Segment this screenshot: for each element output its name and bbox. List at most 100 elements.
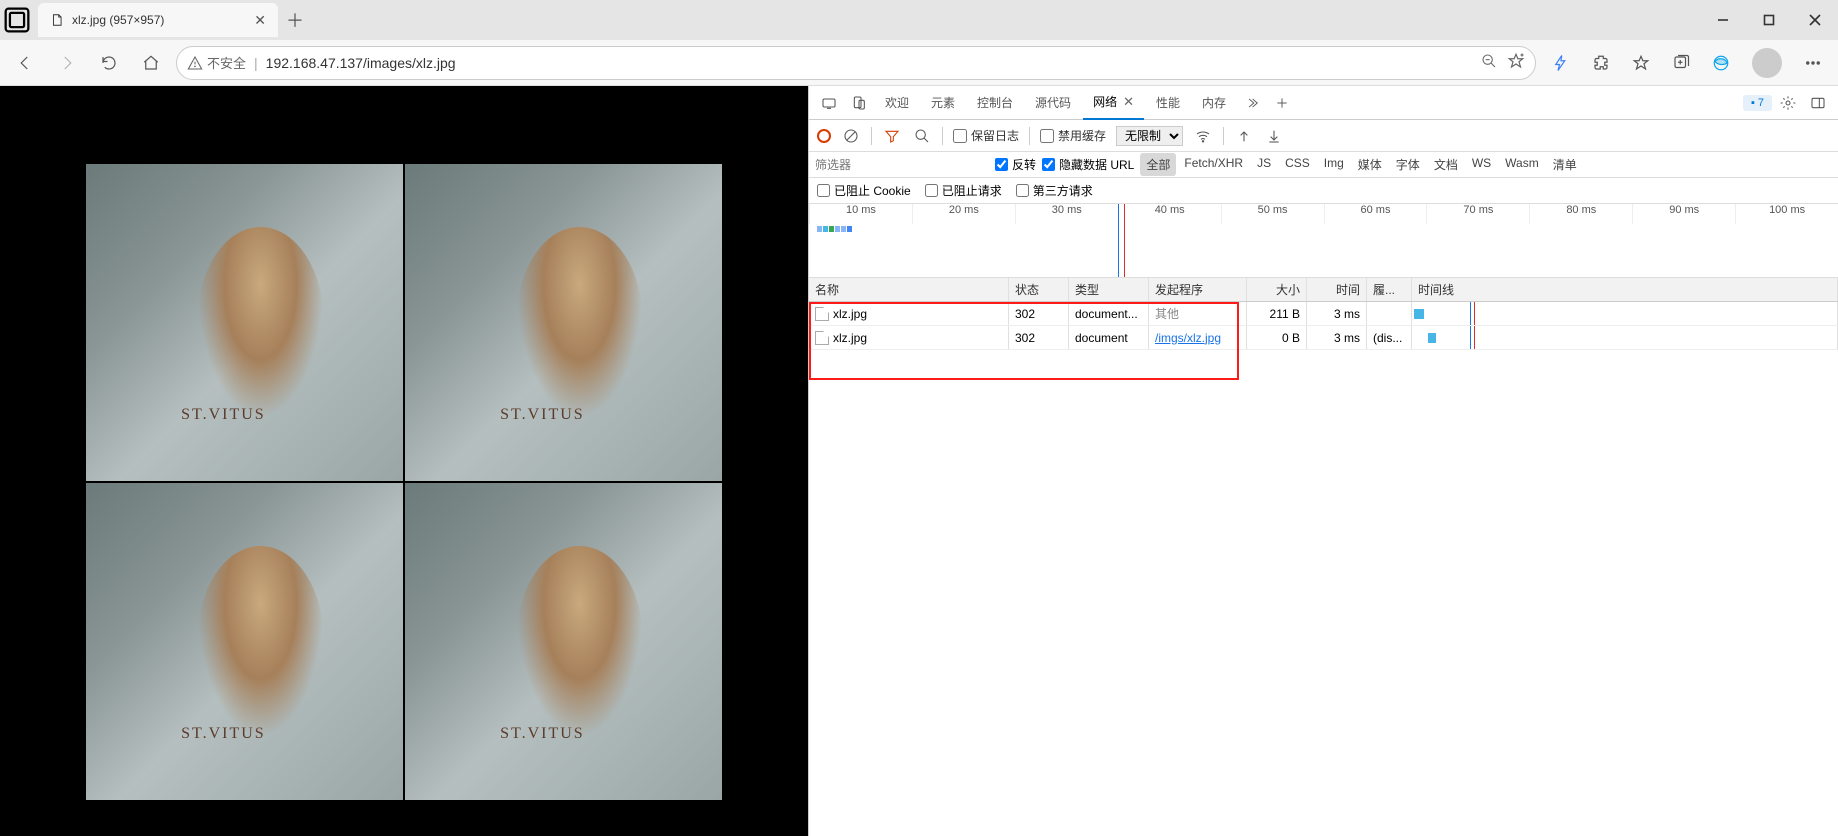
network-conditions-icon[interactable] [1193,126,1213,146]
ext-thunder-icon[interactable] [1544,46,1578,80]
maximize-button[interactable] [1746,0,1792,40]
type-filter-JS[interactable]: JS [1251,153,1277,176]
close-icon[interactable]: ✕ [254,12,266,29]
image-viewer[interactable] [86,164,722,800]
ie-mode-icon[interactable] [1704,46,1738,80]
filter-icon[interactable] [882,126,902,146]
more-tabs-icon[interactable] [1238,89,1266,117]
type-filter-清单[interactable]: 清单 [1547,153,1583,176]
issues-badge[interactable]: ▪7 [1743,95,1772,111]
favorite-icon[interactable] [1507,52,1525,73]
header-type[interactable]: 类型 [1069,278,1149,301]
close-icon[interactable]: ✕ [1123,94,1134,110]
favorites-icon[interactable] [1624,46,1658,80]
type-filter-字体[interactable]: 字体 [1390,153,1426,176]
header-initiator[interactable]: 发起程序 [1149,278,1247,301]
row-time: 3 ms [1307,326,1367,349]
row-status: 302 [1009,302,1069,325]
add-tab-icon[interactable] [1268,89,1296,117]
image-quadrant [405,483,722,800]
refresh-button[interactable] [92,46,126,80]
row-time: 3 ms [1307,302,1367,325]
type-filter-媒体[interactable]: 媒体 [1352,153,1388,176]
settings-icon[interactable] [1774,89,1802,117]
dock-icon[interactable] [1804,89,1832,117]
home-button[interactable] [134,46,168,80]
profile-avatar[interactable] [1752,48,1782,78]
header-size[interactable]: 大小 [1247,278,1307,301]
back-button[interactable] [8,46,42,80]
blocked-cookies-checkbox[interactable]: 已阻止 Cookie [817,182,911,199]
collections-icon[interactable] [1664,46,1698,80]
timeline-ruler[interactable]: 10 ms20 ms30 ms40 ms50 ms60 ms70 ms80 ms… [809,204,1838,278]
tab-welcome[interactable]: 欢迎 [875,86,919,120]
ruler-tick: 20 ms [912,204,1015,224]
ruler-tick: 40 ms [1118,204,1221,224]
preserve-log-checkbox[interactable]: 保留日志 [953,127,1019,144]
ruler-tick: 90 ms [1632,204,1735,224]
forward-button [50,46,84,80]
header-name[interactable]: 名称 [809,278,1009,301]
page-content [0,86,808,836]
minimize-button[interactable] [1700,0,1746,40]
tab-sources[interactable]: 源代码 [1025,86,1081,120]
tab-network[interactable]: 网络✕ [1083,86,1144,120]
inspect-icon[interactable] [815,89,843,117]
tab-preview-icon[interactable] [0,0,34,40]
type-filter-Wasm[interactable]: Wasm [1499,153,1545,176]
ruler-tick: 70 ms [1426,204,1529,224]
address-bar[interactable]: 不安全 | 192.168.47.137/images/xlz.jpg [176,46,1536,80]
row-fulfil: (dis... [1367,326,1412,349]
record-button[interactable] [817,129,831,143]
browser-tab[interactable]: xlz.jpg (957×957) ✕ [38,3,278,37]
insecure-label: 不安全 [207,53,246,72]
hide-data-checkbox[interactable]: 隐藏数据 URL [1042,156,1134,173]
new-tab-button[interactable]: ＋ [278,3,312,37]
row-name: xlz.jpg [833,331,867,345]
type-filter-文档[interactable]: 文档 [1428,153,1464,176]
tab-performance[interactable]: 性能 [1146,86,1190,120]
thirdparty-checkbox[interactable]: 第三方请求 [1016,182,1093,199]
filter-input[interactable] [809,153,989,177]
disable-cache-checkbox[interactable]: 禁用缓存 [1040,127,1106,144]
row-initiator[interactable]: /imgs/xlz.jpg [1149,326,1247,349]
insecure-icon: 不安全 [187,53,246,72]
blocked-requests-checkbox[interactable]: 已阻止请求 [925,182,1002,199]
extensions-icon[interactable] [1584,46,1618,80]
titlebar: xlz.jpg (957×957) ✕ ＋ [0,0,1838,40]
ruler-tick: 60 ms [1324,204,1427,224]
header-waterfall[interactable]: 时间线 [1412,278,1838,301]
devtools-panel: 欢迎 元素 控制台 源代码 网络✕ 性能 内存 ▪7 保留日志 禁用缓存 无限制 [808,86,1838,836]
invert-checkbox[interactable]: 反转 [995,156,1036,173]
device-icon[interactable] [845,89,873,117]
url-text: 192.168.47.137/images/xlz.jpg [266,55,456,71]
type-filter-Img[interactable]: Img [1318,153,1350,176]
header-time[interactable]: 时间 [1307,278,1367,301]
image-quadrant [405,164,722,481]
file-icon [50,13,64,27]
file-icon [815,307,829,321]
header-fulfil[interactable]: 履... [1367,278,1412,301]
file-icon [815,331,829,345]
type-filter-WS[interactable]: WS [1466,153,1497,176]
close-window-button[interactable] [1792,0,1838,40]
tab-console[interactable]: 控制台 [967,86,1023,120]
type-filter-全部[interactable]: 全部 [1140,153,1176,176]
search-icon[interactable] [912,126,932,146]
type-filter-Fetch/XHR[interactable]: Fetch/XHR [1178,153,1249,176]
import-icon[interactable] [1234,126,1254,146]
zoom-icon[interactable] [1481,53,1497,72]
header-status[interactable]: 状态 [1009,278,1069,301]
clear-icon[interactable] [841,126,861,146]
type-filter-CSS[interactable]: CSS [1279,153,1316,176]
ruler-tick: 100 ms [1735,204,1838,224]
main-area: 欢迎 元素 控制台 源代码 网络✕ 性能 内存 ▪7 保留日志 禁用缓存 无限制 [0,86,1838,836]
menu-icon[interactable] [1796,46,1830,80]
tab-memory[interactable]: 内存 [1192,86,1236,120]
table-row[interactable]: xlz.jpg 302 document... 其他 211 B 3 ms [809,302,1838,326]
table-row[interactable]: xlz.jpg 302 document /imgs/xlz.jpg 0 B 3… [809,326,1838,350]
throttling-select[interactable]: 无限制 [1116,126,1183,146]
tab-elements[interactable]: 元素 [921,86,965,120]
table-header: 名称 状态 类型 发起程序 大小 时间 履... 时间线 [809,278,1838,302]
export-icon[interactable] [1264,126,1284,146]
